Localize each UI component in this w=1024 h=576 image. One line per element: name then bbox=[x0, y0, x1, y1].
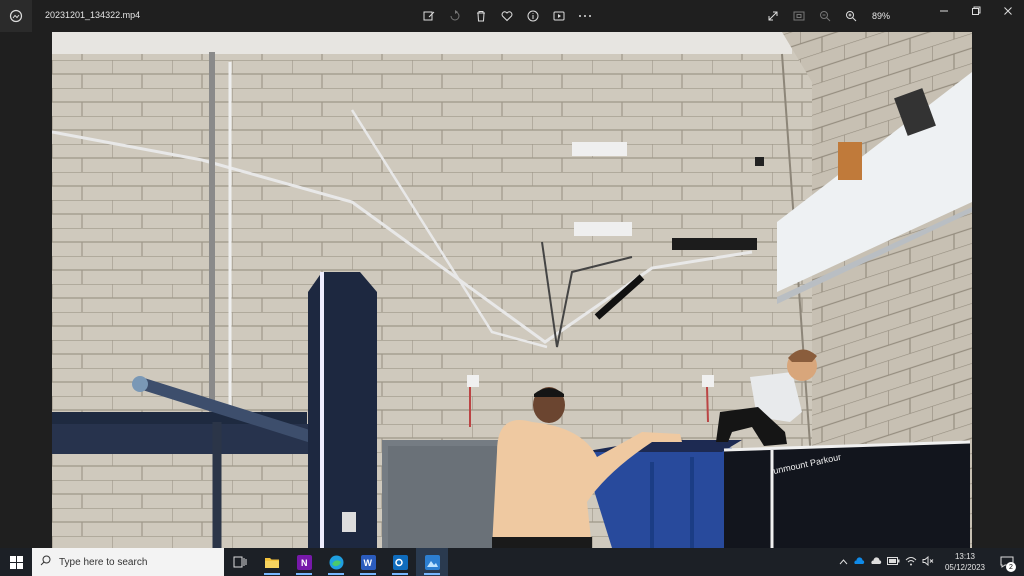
video-frame[interactable]: unmount Parkour bbox=[52, 32, 972, 548]
file-explorer-icon[interactable] bbox=[256, 548, 288, 576]
info-icon[interactable] bbox=[522, 5, 544, 27]
notification-center-icon[interactable]: 2 bbox=[996, 551, 1018, 573]
search-icon bbox=[40, 555, 51, 569]
window-controls bbox=[928, 0, 1024, 22]
svg-text:W: W bbox=[363, 558, 372, 568]
wifi-icon[interactable] bbox=[905, 556, 917, 568]
blue-vault-pillar bbox=[308, 272, 377, 548]
battery-icon[interactable] bbox=[886, 557, 900, 567]
favorite-icon[interactable] bbox=[496, 5, 518, 27]
word-icon[interactable]: W bbox=[352, 548, 384, 576]
fullscreen-icon[interactable] bbox=[762, 5, 784, 27]
notification-badge: 2 bbox=[1006, 562, 1016, 572]
svg-text:N: N bbox=[301, 558, 308, 568]
rotate-icon[interactable] bbox=[444, 5, 466, 27]
zoom-in-icon[interactable] bbox=[840, 5, 862, 27]
photos-icon[interactable] bbox=[416, 548, 448, 576]
cloud-icon[interactable] bbox=[870, 557, 882, 567]
outlook-icon[interactable] bbox=[384, 548, 416, 576]
photos-window: 20231201_134322.mp4 89% unmount Parkour bbox=[0, 0, 1024, 548]
zoom-out-icon[interactable] bbox=[814, 5, 836, 27]
volume-muted-icon[interactable] bbox=[922, 555, 934, 568]
more-icon[interactable] bbox=[574, 5, 596, 27]
clock[interactable]: 13:13 05/12/2023 bbox=[945, 551, 985, 573]
search-placeholder: Type here to search bbox=[59, 556, 148, 568]
sensor-box bbox=[572, 142, 627, 156]
zoom-level: 89% bbox=[872, 11, 891, 21]
file-name: 20231201_134322.mp4 bbox=[45, 10, 141, 20]
fit-icon[interactable] bbox=[788, 5, 810, 27]
onenote-icon[interactable]: N bbox=[288, 548, 320, 576]
delete-icon[interactable] bbox=[470, 5, 492, 27]
system-tray: 13:13 05/12/2023 2 bbox=[839, 548, 1024, 576]
view-tools: 89% bbox=[762, 5, 890, 27]
onedrive-icon[interactable] bbox=[853, 557, 865, 567]
taskbar-search[interactable]: Type here to search bbox=[32, 548, 224, 576]
maximize-icon[interactable] bbox=[960, 0, 992, 22]
windows-start-icon[interactable] bbox=[0, 548, 32, 576]
media-toolbar bbox=[418, 5, 596, 27]
edit-icon[interactable] bbox=[418, 5, 440, 27]
clock-date: 05/12/2023 bbox=[944, 563, 985, 572]
black-parkour-box bbox=[724, 442, 970, 548]
title-bar: 20231201_134322.mp4 89% bbox=[0, 0, 1024, 32]
edge-icon[interactable] bbox=[320, 548, 352, 576]
video-editor-icon[interactable] bbox=[548, 5, 570, 27]
close-icon[interactable] bbox=[992, 0, 1024, 22]
chevron-up-icon[interactable] bbox=[839, 557, 848, 567]
task-view-icon[interactable] bbox=[224, 548, 256, 576]
clock-time: 13:13 bbox=[954, 552, 975, 561]
minimize-icon[interactable] bbox=[928, 0, 960, 22]
photos-app-icon bbox=[0, 0, 32, 32]
taskbar: Type here to search N W 13:13 05/12/2023… bbox=[0, 548, 1024, 576]
